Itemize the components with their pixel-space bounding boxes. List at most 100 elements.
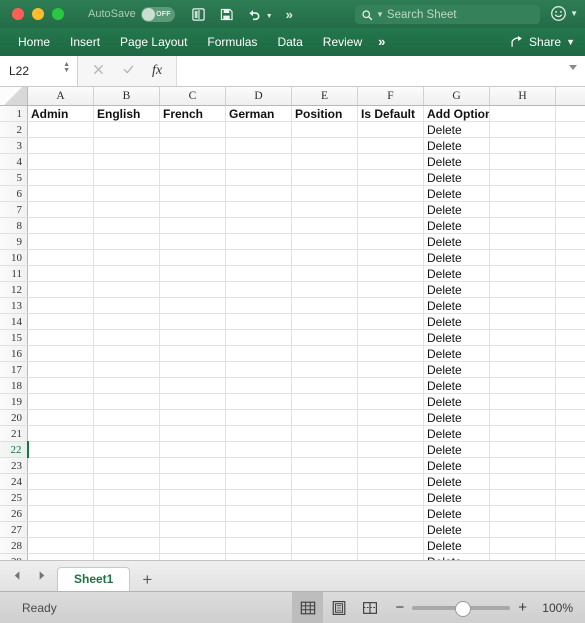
cell-F8[interactable] bbox=[357, 217, 424, 234]
cell-A17[interactable] bbox=[27, 361, 94, 378]
cell-B13[interactable] bbox=[93, 297, 160, 314]
column-header-a[interactable]: A bbox=[27, 87, 94, 106]
formula-bar-expand-icon[interactable] bbox=[569, 65, 577, 70]
cell-H26[interactable] bbox=[489, 505, 556, 522]
cell-D26[interactable] bbox=[225, 505, 292, 522]
cell-D5[interactable] bbox=[225, 169, 292, 186]
cell-G26[interactable]: Delete bbox=[423, 505, 490, 522]
cell-H8[interactable] bbox=[489, 217, 556, 234]
cell-H16[interactable] bbox=[489, 345, 556, 362]
page-layout-view-icon[interactable] bbox=[323, 592, 354, 623]
minimize-window-button[interactable] bbox=[32, 8, 44, 20]
cell-A22[interactable] bbox=[27, 441, 94, 458]
cell-D8[interactable] bbox=[225, 217, 292, 234]
cell-C4[interactable] bbox=[159, 153, 226, 170]
cell-B23[interactable] bbox=[93, 457, 160, 474]
cell-A11[interactable] bbox=[27, 265, 94, 282]
cell-G11[interactable]: Delete bbox=[423, 265, 490, 282]
cell-I14[interactable] bbox=[555, 313, 585, 330]
name-box-spinner-down-icon[interactable]: ▼ bbox=[63, 67, 70, 74]
cell-D21[interactable] bbox=[225, 425, 292, 442]
cancel-icon[interactable] bbox=[92, 63, 105, 79]
cell-C5[interactable] bbox=[159, 169, 226, 186]
cell-A2[interactable] bbox=[27, 121, 94, 138]
cell-E16[interactable] bbox=[291, 345, 358, 362]
row-header-28[interactable]: 28 bbox=[0, 537, 28, 554]
cell-G19[interactable]: Delete bbox=[423, 393, 490, 410]
cell-I13[interactable] bbox=[555, 297, 585, 314]
cell-A21[interactable] bbox=[27, 425, 94, 442]
cell-F7[interactable] bbox=[357, 201, 424, 218]
cell-B16[interactable] bbox=[93, 345, 160, 362]
tab-page-layout[interactable]: Page Layout bbox=[110, 28, 197, 56]
cell-H2[interactable] bbox=[489, 121, 556, 138]
cell-D4[interactable] bbox=[225, 153, 292, 170]
select-all-corner[interactable] bbox=[0, 87, 28, 106]
cell-G8[interactable]: Delete bbox=[423, 217, 490, 234]
cell-F27[interactable] bbox=[357, 521, 424, 538]
cell-I9[interactable] bbox=[555, 233, 585, 250]
cell-A20[interactable] bbox=[27, 409, 94, 426]
share-button[interactable]: Share ▼ bbox=[510, 35, 575, 49]
cell-F28[interactable] bbox=[357, 537, 424, 554]
cell-B3[interactable] bbox=[93, 137, 160, 154]
cell-H17[interactable] bbox=[489, 361, 556, 378]
row-header-17[interactable]: 17 bbox=[0, 361, 28, 378]
cell-D6[interactable] bbox=[225, 185, 292, 202]
cell-H10[interactable] bbox=[489, 249, 556, 266]
cell-I24[interactable] bbox=[555, 473, 585, 490]
row-header-25[interactable]: 25 bbox=[0, 489, 28, 506]
cell-I27[interactable] bbox=[555, 521, 585, 538]
cell-A8[interactable] bbox=[27, 217, 94, 234]
cell-B6[interactable] bbox=[93, 185, 160, 202]
cell-H11[interactable] bbox=[489, 265, 556, 282]
cell-A12[interactable] bbox=[27, 281, 94, 298]
cell-B29[interactable] bbox=[93, 553, 160, 560]
cell-I15[interactable] bbox=[555, 329, 585, 346]
cell-E25[interactable] bbox=[291, 489, 358, 506]
cell-B9[interactable] bbox=[93, 233, 160, 250]
cell-B24[interactable] bbox=[93, 473, 160, 490]
cell-A5[interactable] bbox=[27, 169, 94, 186]
row-header-14[interactable]: 14 bbox=[0, 313, 28, 330]
save-icon[interactable] bbox=[219, 7, 234, 22]
cell-C21[interactable] bbox=[159, 425, 226, 442]
cell-H15[interactable] bbox=[489, 329, 556, 346]
cell-E5[interactable] bbox=[291, 169, 358, 186]
cell-F3[interactable] bbox=[357, 137, 424, 154]
cell-C16[interactable] bbox=[159, 345, 226, 362]
formula-input[interactable] bbox=[176, 56, 585, 86]
cell-F19[interactable] bbox=[357, 393, 424, 410]
cell-C3[interactable] bbox=[159, 137, 226, 154]
cell-D18[interactable] bbox=[225, 377, 292, 394]
tab-overflow-icon[interactable]: » bbox=[372, 28, 390, 56]
cell-C22[interactable] bbox=[159, 441, 226, 458]
tab-home[interactable]: Home bbox=[0, 28, 60, 56]
column-header-b[interactable]: B bbox=[93, 87, 160, 106]
cell-C24[interactable] bbox=[159, 473, 226, 490]
cell-H22[interactable] bbox=[489, 441, 556, 458]
zoom-out-button[interactable]: − bbox=[395, 600, 404, 615]
column-header-i[interactable]: I bbox=[555, 87, 585, 106]
insert-function-icon[interactable]: fx bbox=[152, 63, 162, 79]
confirm-icon[interactable] bbox=[122, 63, 135, 79]
cell-F2[interactable] bbox=[357, 121, 424, 138]
maximize-window-button[interactable] bbox=[52, 8, 64, 20]
cell-A24[interactable] bbox=[27, 473, 94, 490]
row-header-19[interactable]: 19 bbox=[0, 393, 28, 410]
add-sheet-button[interactable]: + bbox=[130, 571, 164, 591]
cell-C19[interactable] bbox=[159, 393, 226, 410]
cell-G4[interactable]: Delete bbox=[423, 153, 490, 170]
cell-G1[interactable]: Add Option bbox=[423, 105, 490, 122]
cell-H20[interactable] bbox=[489, 409, 556, 426]
cell-A27[interactable] bbox=[27, 521, 94, 538]
cell-B28[interactable] bbox=[93, 537, 160, 554]
tab-data[interactable]: Data bbox=[267, 28, 312, 56]
cell-B18[interactable] bbox=[93, 377, 160, 394]
search-input[interactable]: Search Sheet bbox=[387, 9, 457, 21]
cell-B8[interactable] bbox=[93, 217, 160, 234]
cell-B26[interactable] bbox=[93, 505, 160, 522]
column-header-e[interactable]: E bbox=[291, 87, 358, 106]
cell-A1[interactable]: Admin bbox=[27, 105, 94, 122]
cell-C28[interactable] bbox=[159, 537, 226, 554]
